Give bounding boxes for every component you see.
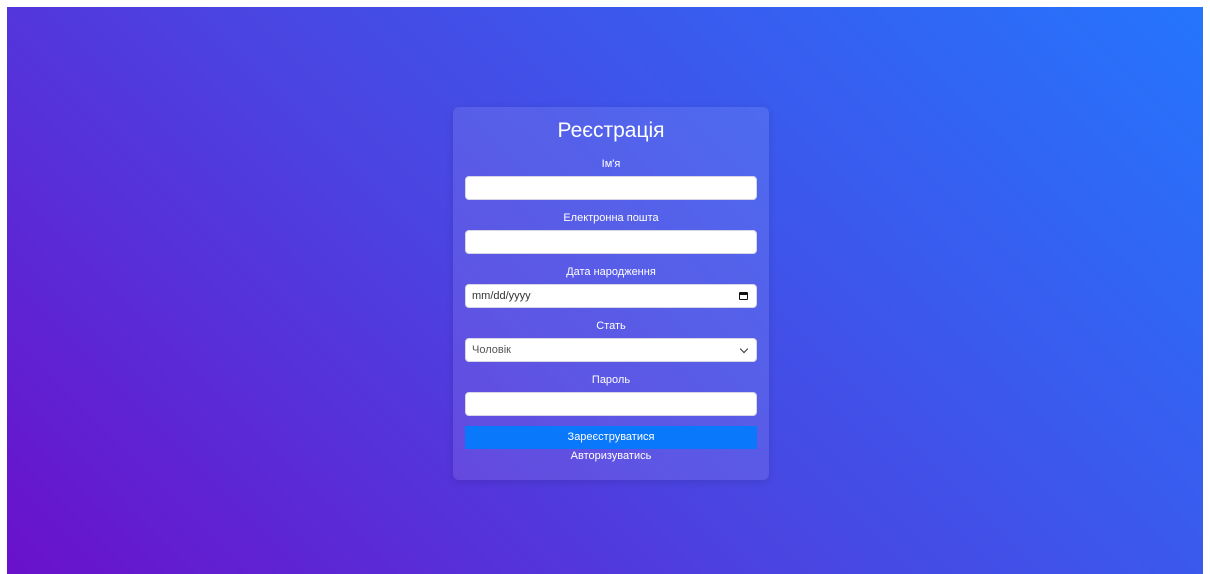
birthdate-label: Дата народження [566,266,656,278]
gender-selected-value: Чоловік [472,344,511,356]
password-input[interactable] [465,392,757,416]
page-title: Реєстрація [557,119,665,142]
gender-label: Стать [596,320,626,332]
calendar-icon[interactable] [739,292,748,300]
password-label: Пароль [591,374,631,386]
page-background: Реєстрація Ім'я Електронна пошта Дата на… [7,7,1203,574]
gender-select[interactable]: Чоловік [465,338,757,362]
birthdate-placeholder: mm/dd/yyyy [472,290,531,302]
chevron-down-icon [739,344,749,353]
birthdate-input[interactable]: mm/dd/yyyy [465,284,757,308]
login-link[interactable]: Авторизуватись [465,449,757,465]
registration-card: Реєстрація Ім'я Електронна пошта Дата на… [453,107,769,480]
name-label: Ім'я [601,158,621,170]
register-button[interactable]: Зареєструватися [465,426,757,449]
email-input[interactable] [465,230,757,254]
name-input[interactable] [465,176,757,200]
email-label: Електронна пошта [563,212,659,224]
